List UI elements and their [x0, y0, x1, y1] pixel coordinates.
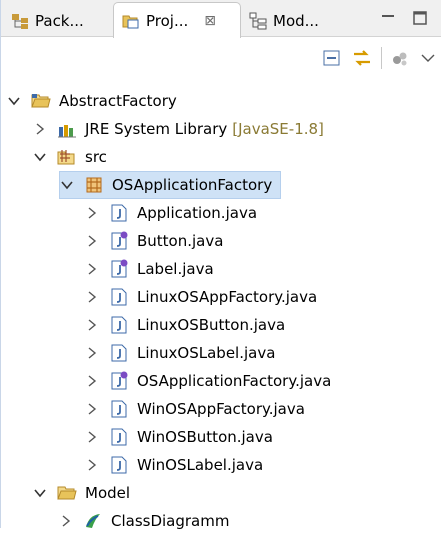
- tree-item-label: JRE System Library: [85, 120, 228, 138]
- tree-item-file[interactable]: Application.java: [85, 199, 257, 227]
- tree-item-label: WinOSLabel.java: [137, 456, 264, 474]
- java-interface-file-icon: [111, 371, 128, 390]
- chevron-right-icon[interactable]: [85, 374, 99, 388]
- tab-label: Pack...: [35, 11, 84, 30]
- tree-item-package[interactable]: OSApplicationFactory: [59, 171, 281, 199]
- jre-version-decoration: [JavaSE-1.8]: [232, 120, 324, 138]
- chevron-right-icon[interactable]: [59, 514, 73, 528]
- java-class-file-icon: [111, 344, 127, 362]
- tree-item-label: LinuxOSButton.java: [137, 316, 286, 334]
- tree-item-label: ClassDiagramm: [111, 512, 230, 530]
- tree-item-file[interactable]: Button.java: [85, 227, 223, 255]
- chevron-right-icon[interactable]: [85, 206, 99, 220]
- tab-label: Mod...: [273, 11, 319, 30]
- close-icon[interactable]: ⊠: [204, 13, 216, 29]
- library-icon: [58, 125, 76, 138]
- chevron-right-icon[interactable]: [33, 122, 47, 136]
- tree-item-label: LinuxOSLabel.java: [137, 344, 276, 362]
- tree-item-src[interactable]: src: [33, 143, 107, 171]
- tree-item-file[interactable]: WinOSLabel.java: [85, 451, 263, 479]
- tree-item-model-folder[interactable]: Model: [33, 479, 130, 507]
- java-interface-file-icon: [111, 231, 128, 250]
- project-folder-icon: [31, 94, 51, 108]
- tree-item-file[interactable]: LinuxOSAppFactory.java: [85, 283, 317, 311]
- java-class-file-icon: [111, 288, 127, 306]
- maximize-icon[interactable]: [409, 8, 431, 28]
- chevron-right-icon[interactable]: [85, 430, 99, 444]
- tree-item-label: Button.java: [137, 232, 224, 250]
- view-tab-bar: Pack... Proj... ⊠ Mod...: [1, 0, 441, 38]
- java-interface-file-icon: [111, 259, 128, 278]
- chevron-right-icon[interactable]: [85, 290, 99, 304]
- link-with-editor-icon[interactable]: [351, 47, 373, 69]
- chevron-right-icon[interactable]: [85, 346, 99, 360]
- tree-item-label: OSApplicationFactory: [112, 176, 273, 194]
- project-explorer-icon: [122, 15, 139, 28]
- java-class-file-icon: [111, 428, 127, 446]
- tree-item-label: WinOSButton.java: [137, 428, 273, 446]
- project-explorer-view: Pack... Proj... ⊠ Mod... AbstractFactory…: [0, 0, 441, 530]
- tab-package-explorer[interactable]: Pack...: [11, 4, 111, 37]
- tree-item-file[interactable]: WinOSButton.java: [85, 423, 273, 451]
- tree-item-label: LinuxOSAppFactory.java: [137, 288, 318, 306]
- java-class-file-icon: [111, 204, 127, 222]
- tab-model-explorer[interactable]: Mod...: [249, 4, 359, 37]
- chevron-down-icon[interactable]: [33, 150, 47, 164]
- tree-item-label: Label.java: [137, 260, 214, 278]
- tree-item-label: AbstractFactory: [59, 92, 177, 110]
- package-explorer-icon: [12, 13, 28, 29]
- tree-item-file[interactable]: WinOSAppFactory.java: [85, 395, 305, 423]
- tree-item-label: Application.java: [137, 204, 258, 222]
- open-folder-icon: [57, 486, 77, 500]
- tab-label: Proj...: [146, 11, 189, 30]
- tree-item-file[interactable]: OSApplicationFactory.java: [85, 367, 331, 395]
- papyrus-diagram-icon: [86, 514, 100, 528]
- view-menu-icon[interactable]: [417, 47, 439, 69]
- tree-item-file[interactable]: Label.java: [85, 255, 214, 283]
- chevron-right-icon[interactable]: [85, 318, 99, 332]
- toolbar-separator: [381, 47, 382, 69]
- minimize-icon[interactable]: [377, 8, 399, 28]
- source-folder-icon: [57, 150, 75, 165]
- tab-project-explorer[interactable]: Proj... ⊠: [113, 2, 241, 38]
- tree-item-label: src: [85, 148, 107, 166]
- tree-item-file[interactable]: LinuxOSLabel.java: [85, 339, 275, 367]
- tree-item-jre-library[interactable]: JRE System Library [JavaSE-1.8]: [33, 115, 324, 143]
- chevron-down-icon[interactable]: [33, 486, 47, 500]
- tree-item-file[interactable]: LinuxOSButton.java: [85, 311, 285, 339]
- package-icon: [86, 177, 102, 193]
- chevron-down-icon[interactable]: [7, 94, 21, 108]
- collapse-all-icon[interactable]: [321, 47, 343, 69]
- tree-item-label: Model: [85, 484, 131, 502]
- chevron-right-icon[interactable]: [85, 458, 99, 472]
- filters-icon[interactable]: [389, 47, 411, 69]
- chevron-right-icon[interactable]: [85, 402, 99, 416]
- tree-item-diagram[interactable]: ClassDiagramm: [59, 507, 229, 535]
- view-toolbar: [1, 37, 441, 79]
- chevron-down-icon[interactable]: [60, 178, 74, 192]
- model-explorer-icon: [249, 12, 267, 29]
- chevron-right-icon[interactable]: [85, 262, 99, 276]
- java-class-file-icon: [111, 316, 127, 334]
- java-class-file-icon: [111, 400, 127, 418]
- tree-item-project[interactable]: AbstractFactory: [7, 87, 177, 115]
- chevron-right-icon[interactable]: [85, 234, 99, 248]
- java-class-file-icon: [111, 456, 127, 474]
- tree-item-label: OSApplicationFactory.java: [137, 372, 332, 390]
- tree-item-label: WinOSAppFactory.java: [137, 400, 305, 418]
